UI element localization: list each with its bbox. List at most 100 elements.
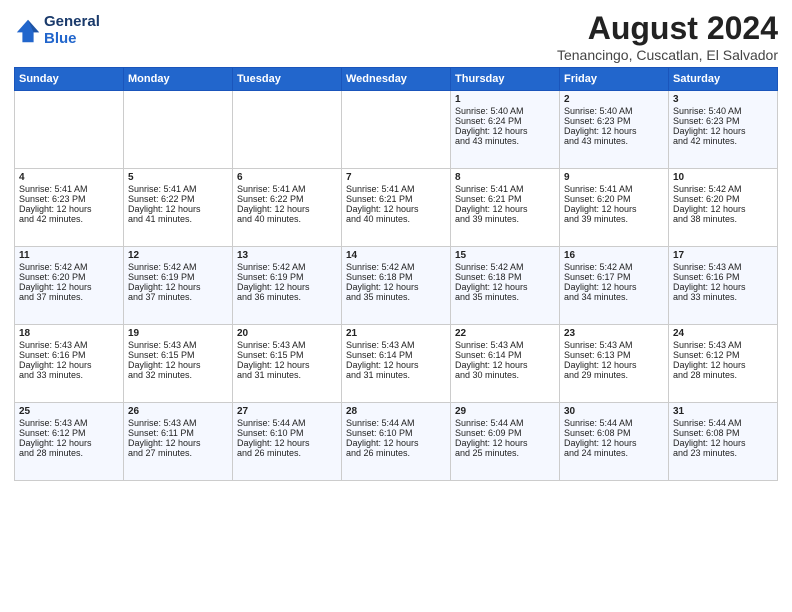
calendar-cell: 8Sunrise: 5:41 AMSunset: 6:21 PMDaylight… xyxy=(451,169,560,247)
day-number: 13 xyxy=(237,250,337,261)
day-number: 2 xyxy=(564,94,664,105)
day-number: 22 xyxy=(455,328,555,339)
daylight-minutes: and 25 minutes. xyxy=(455,448,555,458)
daylight-hours: Daylight: 12 hours xyxy=(128,204,228,214)
daylight-minutes: and 28 minutes. xyxy=(19,448,119,458)
sunset-info: Sunset: 6:14 PM xyxy=(455,350,555,360)
col-header-thursday: Thursday xyxy=(451,68,560,91)
daylight-minutes: and 33 minutes. xyxy=(19,370,119,380)
daylight-hours: Daylight: 12 hours xyxy=(19,204,119,214)
calendar-cell: 21Sunrise: 5:43 AMSunset: 6:14 PMDayligh… xyxy=(342,325,451,403)
day-number: 20 xyxy=(237,328,337,339)
day-number: 11 xyxy=(19,250,119,261)
daylight-hours: Daylight: 12 hours xyxy=(564,282,664,292)
sunrise-info: Sunrise: 5:42 AM xyxy=(673,184,773,194)
day-number: 9 xyxy=(564,172,664,183)
calendar-cell: 12Sunrise: 5:42 AMSunset: 6:19 PMDayligh… xyxy=(124,247,233,325)
daylight-minutes: and 31 minutes. xyxy=(346,370,446,380)
week-row-5: 25Sunrise: 5:43 AMSunset: 6:12 PMDayligh… xyxy=(15,403,778,481)
daylight-hours: Daylight: 12 hours xyxy=(237,438,337,448)
daylight-minutes: and 32 minutes. xyxy=(128,370,228,380)
day-number: 31 xyxy=(673,406,773,417)
daylight-minutes: and 38 minutes. xyxy=(673,214,773,224)
col-header-saturday: Saturday xyxy=(669,68,778,91)
day-number: 30 xyxy=(564,406,664,417)
daylight-hours: Daylight: 12 hours xyxy=(564,438,664,448)
daylight-hours: Daylight: 12 hours xyxy=(673,126,773,136)
sunrise-info: Sunrise: 5:40 AM xyxy=(564,106,664,116)
sunrise-info: Sunrise: 5:44 AM xyxy=(237,418,337,428)
sunrise-info: Sunrise: 5:43 AM xyxy=(19,418,119,428)
sunrise-info: Sunrise: 5:40 AM xyxy=(455,106,555,116)
daylight-minutes: and 40 minutes. xyxy=(237,214,337,224)
sunrise-info: Sunrise: 5:42 AM xyxy=(455,262,555,272)
day-number: 12 xyxy=(128,250,228,261)
daylight-hours: Daylight: 12 hours xyxy=(346,204,446,214)
calendar-cell: 16Sunrise: 5:42 AMSunset: 6:17 PMDayligh… xyxy=(560,247,669,325)
sunrise-info: Sunrise: 5:41 AM xyxy=(237,184,337,194)
sunset-info: Sunset: 6:09 PM xyxy=(455,428,555,438)
daylight-minutes: and 35 minutes. xyxy=(346,292,446,302)
calendar-cell: 14Sunrise: 5:42 AMSunset: 6:18 PMDayligh… xyxy=(342,247,451,325)
calendar-cell: 17Sunrise: 5:43 AMSunset: 6:16 PMDayligh… xyxy=(669,247,778,325)
daylight-hours: Daylight: 12 hours xyxy=(346,438,446,448)
daylight-minutes: and 29 minutes. xyxy=(564,370,664,380)
sunset-info: Sunset: 6:15 PM xyxy=(237,350,337,360)
col-header-sunday: Sunday xyxy=(15,68,124,91)
daylight-minutes: and 28 minutes. xyxy=(673,370,773,380)
daylight-hours: Daylight: 12 hours xyxy=(564,204,664,214)
sunset-info: Sunset: 6:17 PM xyxy=(564,272,664,282)
sunset-info: Sunset: 6:13 PM xyxy=(564,350,664,360)
calendar-cell xyxy=(233,91,342,169)
day-number: 28 xyxy=(346,406,446,417)
sunrise-info: Sunrise: 5:44 AM xyxy=(346,418,446,428)
day-number: 10 xyxy=(673,172,773,183)
sunset-info: Sunset: 6:08 PM xyxy=(673,428,773,438)
sunset-info: Sunset: 6:10 PM xyxy=(346,428,446,438)
day-number: 14 xyxy=(346,250,446,261)
sunset-info: Sunset: 6:16 PM xyxy=(673,272,773,282)
daylight-hours: Daylight: 12 hours xyxy=(237,204,337,214)
sunrise-info: Sunrise: 5:43 AM xyxy=(673,340,773,350)
sunrise-info: Sunrise: 5:41 AM xyxy=(346,184,446,194)
calendar-cell: 31Sunrise: 5:44 AMSunset: 6:08 PMDayligh… xyxy=(669,403,778,481)
location-subtitle: Tenancingo, Cuscatlan, El Salvador xyxy=(557,47,778,63)
day-number: 26 xyxy=(128,406,228,417)
sunrise-info: Sunrise: 5:43 AM xyxy=(673,262,773,272)
calendar-cell: 13Sunrise: 5:42 AMSunset: 6:19 PMDayligh… xyxy=(233,247,342,325)
calendar-cell: 26Sunrise: 5:43 AMSunset: 6:11 PMDayligh… xyxy=(124,403,233,481)
sunrise-info: Sunrise: 5:41 AM xyxy=(128,184,228,194)
sunset-info: Sunset: 6:20 PM xyxy=(673,194,773,204)
day-number: 3 xyxy=(673,94,773,105)
title-block: August 2024 Tenancingo, Cuscatlan, El Sa… xyxy=(557,10,778,63)
calendar-cell: 11Sunrise: 5:42 AMSunset: 6:20 PMDayligh… xyxy=(15,247,124,325)
daylight-hours: Daylight: 12 hours xyxy=(19,360,119,370)
day-number: 24 xyxy=(673,328,773,339)
sunset-info: Sunset: 6:20 PM xyxy=(19,272,119,282)
calendar-cell: 27Sunrise: 5:44 AMSunset: 6:10 PMDayligh… xyxy=(233,403,342,481)
daylight-hours: Daylight: 12 hours xyxy=(564,126,664,136)
sunset-info: Sunset: 6:08 PM xyxy=(564,428,664,438)
daylight-minutes: and 35 minutes. xyxy=(455,292,555,302)
week-row-4: 18Sunrise: 5:43 AMSunset: 6:16 PMDayligh… xyxy=(15,325,778,403)
week-row-2: 4Sunrise: 5:41 AMSunset: 6:23 PMDaylight… xyxy=(15,169,778,247)
day-number: 17 xyxy=(673,250,773,261)
day-number: 8 xyxy=(455,172,555,183)
daylight-minutes: and 36 minutes. xyxy=(237,292,337,302)
sunset-info: Sunset: 6:23 PM xyxy=(19,194,119,204)
daylight-minutes: and 43 minutes. xyxy=(455,136,555,146)
daylight-minutes: and 42 minutes. xyxy=(19,214,119,224)
calendar-cell: 29Sunrise: 5:44 AMSunset: 6:09 PMDayligh… xyxy=(451,403,560,481)
daylight-minutes: and 39 minutes. xyxy=(455,214,555,224)
sunrise-info: Sunrise: 5:40 AM xyxy=(673,106,773,116)
sunset-info: Sunset: 6:16 PM xyxy=(19,350,119,360)
sunset-info: Sunset: 6:14 PM xyxy=(346,350,446,360)
sunset-info: Sunset: 6:18 PM xyxy=(455,272,555,282)
daylight-minutes: and 26 minutes. xyxy=(346,448,446,458)
sunrise-info: Sunrise: 5:43 AM xyxy=(19,340,119,350)
day-number: 1 xyxy=(455,94,555,105)
daylight-hours: Daylight: 12 hours xyxy=(455,204,555,214)
sunrise-info: Sunrise: 5:42 AM xyxy=(346,262,446,272)
sunrise-info: Sunrise: 5:44 AM xyxy=(455,418,555,428)
col-header-friday: Friday xyxy=(560,68,669,91)
